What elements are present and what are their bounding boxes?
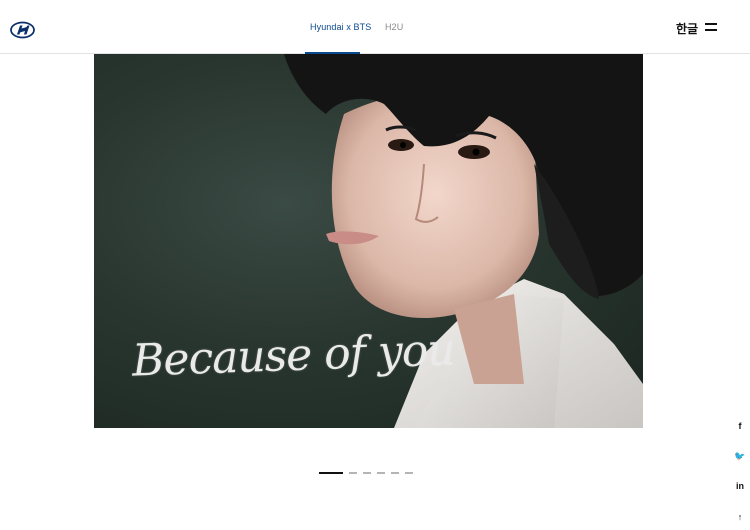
carousel-dot-3[interactable]	[363, 472, 371, 474]
carousel-dot-4[interactable]	[377, 472, 385, 474]
tab-h2u[interactable]: H2U	[385, 22, 403, 32]
scroll-top-icon[interactable]: ↑	[733, 510, 747, 524]
carousel-dot-5[interactable]	[391, 472, 399, 474]
carousel-dot-6[interactable]	[405, 472, 413, 474]
linkedin-icon[interactable]: in	[733, 479, 747, 493]
hamburger-icon[interactable]	[705, 22, 717, 32]
main-tabs: Hyundai x BTS H2U	[0, 0, 750, 54]
carousel-dot-1[interactable]	[319, 472, 343, 474]
carousel-dot-2[interactable]	[349, 472, 357, 474]
language-toggle[interactable]: 한글	[676, 20, 698, 37]
site-header: Hyundai x BTS H2U 한글	[0, 0, 750, 54]
tab-hyundai-x-bts[interactable]: Hyundai x BTS	[310, 22, 371, 32]
facebook-icon[interactable]: f	[733, 419, 747, 433]
twitter-icon[interactable]: 🐦	[733, 449, 747, 463]
hero-slide-image[interactable]: Because of you	[94, 54, 643, 428]
